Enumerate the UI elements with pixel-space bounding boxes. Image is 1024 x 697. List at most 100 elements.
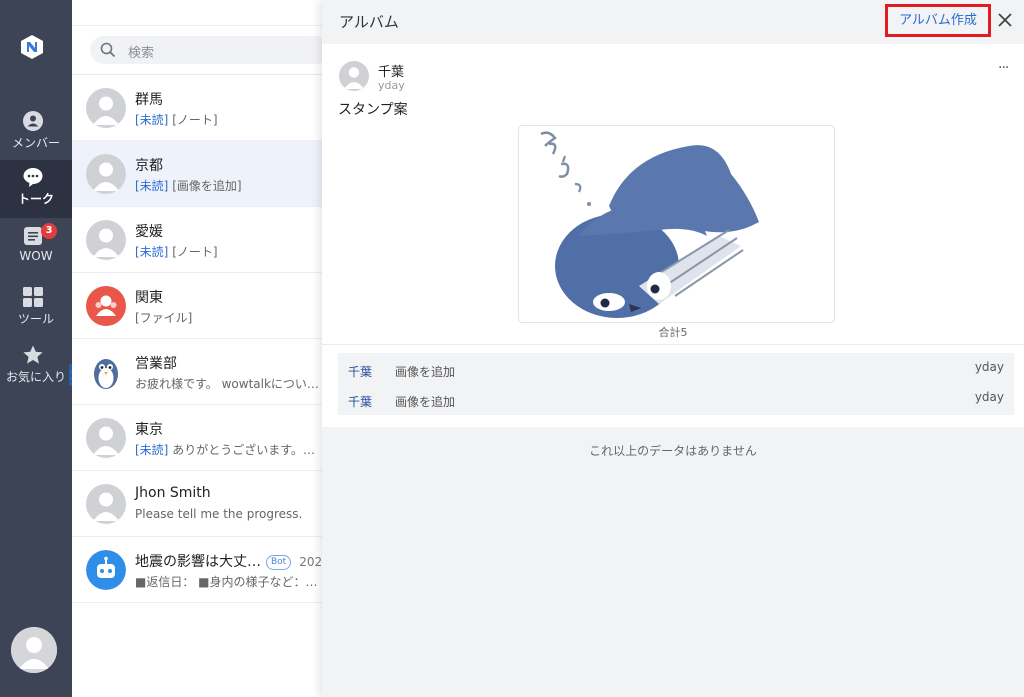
activity-time: yday: [974, 390, 1004, 404]
person-icon: [23, 111, 43, 131]
default-avatar-icon: [11, 627, 57, 673]
album-title: アルバム: [339, 13, 399, 31]
album-header: アルバム アルバム作成: [322, 0, 1024, 44]
chat-row[interactable]: 愛媛 [未読] [ノート]: [72, 207, 324, 273]
activity-user[interactable]: 千葉: [348, 393, 372, 410]
preview-text: ありがとうございます。…: [168, 443, 315, 457]
avatar: [86, 352, 126, 392]
bot-avatar-icon: [86, 550, 126, 590]
chat-name: 群馬: [135, 92, 163, 108]
chat-rows: 群馬 [未読] [ノート] 京都 [未読] [画像を追加] 愛媛 [未読] [ノ…: [72, 75, 324, 603]
chat-name: 東京: [135, 422, 163, 438]
nav-favorites-label: お気に入り: [5, 370, 66, 384]
close-icon[interactable]: [995, 10, 1015, 30]
grid-icon: [23, 287, 43, 307]
chat-preview: [ファイル]: [135, 309, 192, 326]
chat-name: 愛媛: [135, 224, 163, 240]
chat-list-pane: 検索 群馬 [未読] [ノート] 京都 [未読] [画像を追加] 愛媛 [未読]…: [72, 0, 330, 697]
list-top-bar: [72, 0, 323, 26]
chat-row[interactable]: 関東 [ファイル]: [72, 273, 324, 339]
chat-name: 関東: [135, 290, 163, 306]
default-avatar-icon: [86, 88, 126, 128]
default-avatar-icon: [339, 61, 369, 91]
avatar: [86, 220, 126, 260]
chat-bubble-icon: [23, 168, 43, 187]
side-navigation: メンバー トーク 3 WOW ツール お気に入り: [0, 0, 79, 697]
chat-row[interactable]: 地震の影響は大丈… Bot 202 ■返信日： ■身内の様子など：…: [72, 537, 324, 603]
nav-talk[interactable]: トーク: [0, 160, 72, 218]
avatar: [86, 484, 126, 524]
create-album-button[interactable]: アルバム作成: [885, 4, 991, 37]
chat-name-text: 地震の影響は大丈…: [135, 554, 261, 570]
preview-text: [ファイル]: [135, 311, 193, 325]
preview-text: ■返信日： ■身内の様子など：…: [135, 575, 318, 589]
chat-preview: Please tell me the progress.: [135, 507, 302, 521]
chat-row[interactable]: Jhon Smith Please tell me the progress.: [72, 471, 324, 537]
author-name[interactable]: 千葉: [378, 61, 404, 80]
group-avatar-icon: [86, 286, 126, 326]
wow-unread-badge: 3: [41, 223, 57, 239]
preview-text: [ノート]: [168, 113, 218, 127]
my-profile-avatar[interactable]: [11, 627, 57, 673]
avatar: [86, 88, 126, 128]
nav-members-label: メンバー: [11, 136, 60, 150]
activity-list: 千葉 画像を追加 yday 千葉 画像を追加 yday: [338, 353, 1014, 415]
preview-text: [画像を追加]: [168, 179, 242, 193]
chat-row[interactable]: 群馬 [未読] [ノート]: [72, 75, 324, 141]
default-avatar-icon: [86, 418, 126, 458]
chat-preview: [未読] [画像を追加]: [135, 177, 242, 194]
search-input[interactable]: 検索: [90, 36, 330, 64]
album-photo-thumbnail[interactable]: [518, 125, 835, 323]
album-post-card: 千葉 yday ··· スタンプ案 合計5: [322, 44, 1024, 344]
nav-wow-label: WOW: [19, 249, 53, 263]
app-logo-icon: [21, 35, 43, 59]
unread-tag: [未読]: [135, 179, 169, 193]
default-avatar-icon: [86, 484, 126, 524]
unread-tag: [未読]: [135, 443, 169, 457]
activity-section: 千葉 画像を追加 yday 千葉 画像を追加 yday: [322, 345, 1024, 427]
chat-row[interactable]: 京都 [未読] [画像を追加]: [72, 141, 324, 207]
activity-user[interactable]: 千葉: [348, 363, 372, 380]
photo-count: 合計5: [658, 326, 688, 339]
author-avatar[interactable]: [339, 61, 369, 91]
activity-text: 画像を追加: [395, 395, 456, 409]
activity-time: yday: [974, 360, 1004, 374]
activity-item: 千葉 画像を追加 yday: [338, 355, 1014, 385]
nav-talk-label: トーク: [17, 192, 54, 206]
nav-tools[interactable]: ツール: [0, 280, 72, 338]
chat-preview: お疲れ様です。 wowtalkについ…: [135, 375, 319, 392]
chat-date: 202: [299, 555, 323, 569]
chat-preview: [未読] ありがとうございます。…: [135, 441, 315, 458]
chat-preview: [未読] [ノート]: [135, 111, 218, 128]
chat-row[interactable]: 営業部 お疲れ様です。 wowtalkについ…: [72, 339, 324, 405]
penguin-avatar-icon: [86, 352, 126, 392]
default-avatar-icon: [86, 220, 126, 260]
chat-preview: [未読] [ノート]: [135, 243, 218, 260]
activity-text: 画像を追加: [395, 365, 456, 379]
activity-item: 千葉 画像を追加 yday: [338, 385, 1014, 415]
chat-name: 地震の影響は大丈… Bot 202: [135, 551, 322, 571]
star-icon: [23, 345, 43, 364]
nav-members[interactable]: メンバー: [0, 104, 72, 162]
unread-tag: [未読]: [135, 113, 169, 127]
chat-name: 営業部: [135, 356, 177, 372]
preview-text: Please tell me the progress.: [135, 507, 303, 521]
search-icon: [100, 42, 116, 58]
more-options-button[interactable]: ···: [998, 60, 1009, 76]
avatar: [86, 418, 126, 458]
chat-name: 京都: [135, 158, 163, 174]
avatar: [86, 550, 126, 590]
nav-favorites[interactable]: お気に入り: [0, 338, 72, 396]
chat-name: Jhon Smith: [135, 485, 211, 501]
bot-badge: Bot: [266, 554, 292, 570]
avatar: [86, 286, 126, 326]
chat-row[interactable]: 東京 [未読] ありがとうございます。…: [72, 405, 324, 471]
unread-tag: [未読]: [135, 245, 169, 259]
post-time: yday: [378, 79, 405, 92]
nav-wow[interactable]: 3 WOW: [0, 219, 72, 277]
chat-preview: ■返信日： ■身内の様子など：…: [135, 573, 318, 590]
preview-text: [ノート]: [168, 245, 218, 259]
preview-text: お疲れ様です。 wowtalkについ…: [135, 377, 319, 391]
album-caption: スタンプ案: [338, 102, 408, 118]
penguin-stamp-image: [540, 131, 759, 318]
